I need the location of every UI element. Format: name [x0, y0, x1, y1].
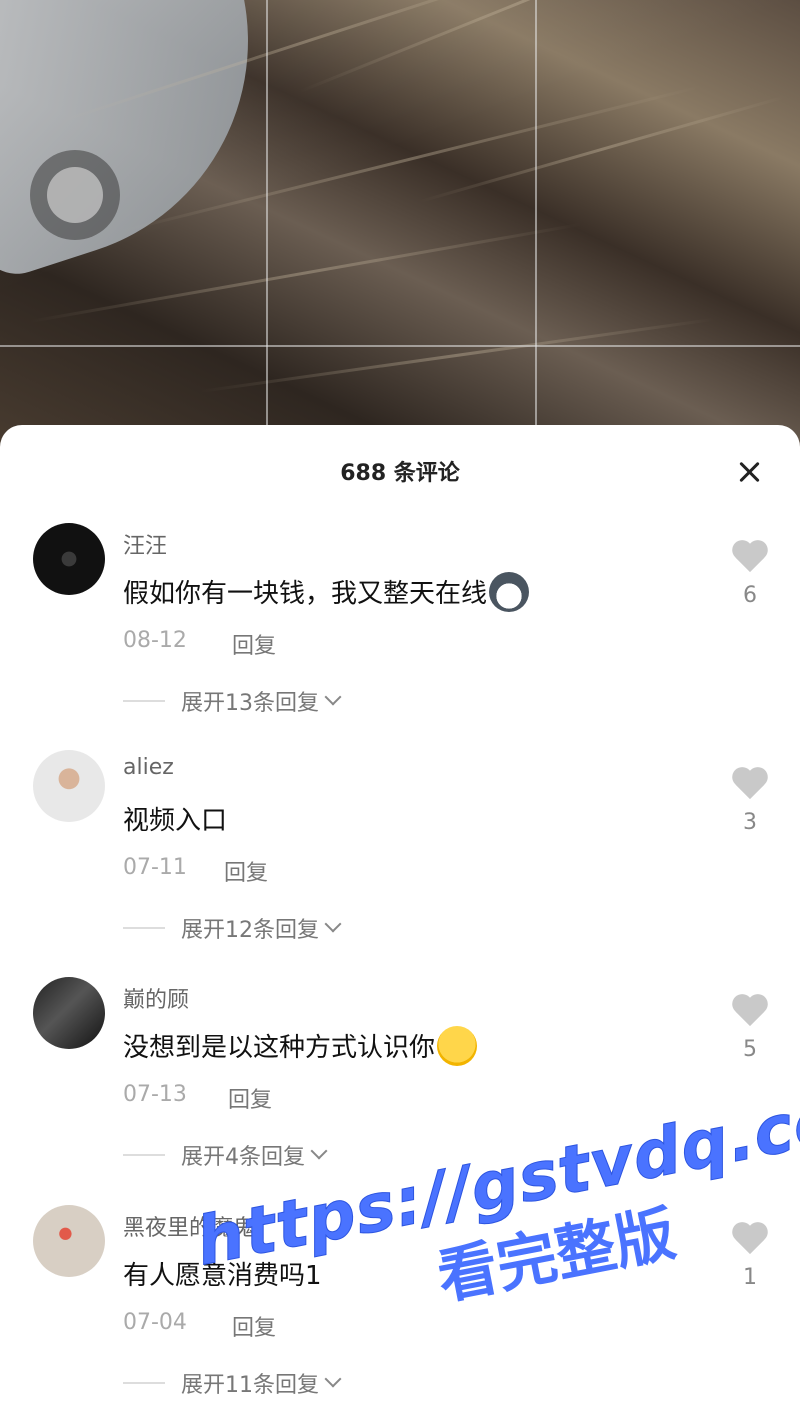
- comment-item: 巅的顾 没想到是以这种方式认识你 07-13 回复 展开4条回复 5: [0, 977, 800, 1192]
- reply-button[interactable]: 回复: [224, 855, 268, 887]
- comment-date: 07-04: [123, 1310, 187, 1335]
- avatar[interactable]: [33, 977, 105, 1049]
- chevron-down-icon: [310, 1142, 328, 1160]
- like-button[interactable]: 6: [730, 541, 770, 608]
- camera-grid-line: [535, 0, 537, 460]
- comment-username[interactable]: 黑夜里的魔鬼: [123, 1210, 255, 1242]
- comment-date: 07-13: [123, 1082, 187, 1107]
- comment-text: 假如你有一块钱，我又整天在线: [123, 571, 530, 615]
- avatar[interactable]: [33, 1205, 105, 1277]
- reply-button[interactable]: 回复: [232, 628, 276, 660]
- chevron-down-icon: [324, 915, 342, 933]
- heart-icon: [732, 1223, 768, 1255]
- comments-sheet: 688 条评论 汪汪 假如你有一块钱，我又整天在线 08-12 回复 展开13条…: [0, 425, 800, 1415]
- husky-emoji-icon: [489, 571, 530, 612]
- like-count: 3: [743, 810, 757, 835]
- comment-text: 没想到是以这种方式认识你: [123, 1025, 478, 1069]
- expand-replies-button[interactable]: 展开12条回复: [123, 912, 342, 944]
- expand-replies-button[interactable]: 展开13条回复: [123, 685, 342, 717]
- avatar[interactable]: [33, 750, 105, 822]
- comment-username[interactable]: 汪汪: [123, 528, 167, 560]
- laughing-emoji-icon: [437, 1025, 478, 1066]
- close-icon[interactable]: [738, 461, 760, 483]
- heart-icon: [732, 768, 768, 800]
- comment-item: 黑夜里的魔鬼 有人愿意消费吗1 07-04 回复 展开11条回复 1: [0, 1205, 800, 1415]
- avatar[interactable]: [33, 523, 105, 595]
- comment-date: 07-11: [123, 855, 187, 880]
- heart-icon: [732, 995, 768, 1027]
- expand-replies-button[interactable]: 展开4条回复: [123, 1139, 328, 1171]
- camera-grid-line: [266, 0, 268, 460]
- like-count: 1: [743, 1265, 757, 1290]
- reply-button[interactable]: 回复: [232, 1310, 276, 1342]
- reply-button[interactable]: 回复: [228, 1082, 272, 1114]
- comments-count-title: 688 条评论: [340, 461, 460, 486]
- like-count: 6: [743, 583, 757, 608]
- expand-replies-button[interactable]: 展开11条回复: [123, 1367, 342, 1399]
- comment-username[interactable]: aliez: [123, 755, 174, 780]
- comment-text: 视频入口: [123, 806, 228, 836]
- chevron-down-icon: [324, 688, 342, 706]
- like-count: 5: [743, 1037, 757, 1062]
- floating-assistive-button[interactable]: [30, 150, 120, 240]
- like-button[interactable]: 1: [730, 1223, 770, 1290]
- comment-username[interactable]: 巅的顾: [123, 982, 189, 1014]
- video-player[interactable]: [0, 0, 800, 460]
- comment-text: 有人愿意消费吗1: [123, 1261, 322, 1291]
- comment-date: 08-12: [123, 628, 187, 653]
- like-button[interactable]: 3: [730, 768, 770, 835]
- camera-grid-line: [0, 345, 800, 347]
- comment-item: 汪汪 假如你有一块钱，我又整天在线 08-12 回复 展开13条回复 6: [0, 523, 800, 738]
- video-shirt-region: [0, 0, 306, 285]
- like-button[interactable]: 5: [730, 995, 770, 1062]
- chevron-down-icon: [324, 1370, 342, 1388]
- heart-icon: [732, 541, 768, 573]
- comment-item: aliez 视频入口 07-11 回复 展开12条回复 3: [0, 750, 800, 965]
